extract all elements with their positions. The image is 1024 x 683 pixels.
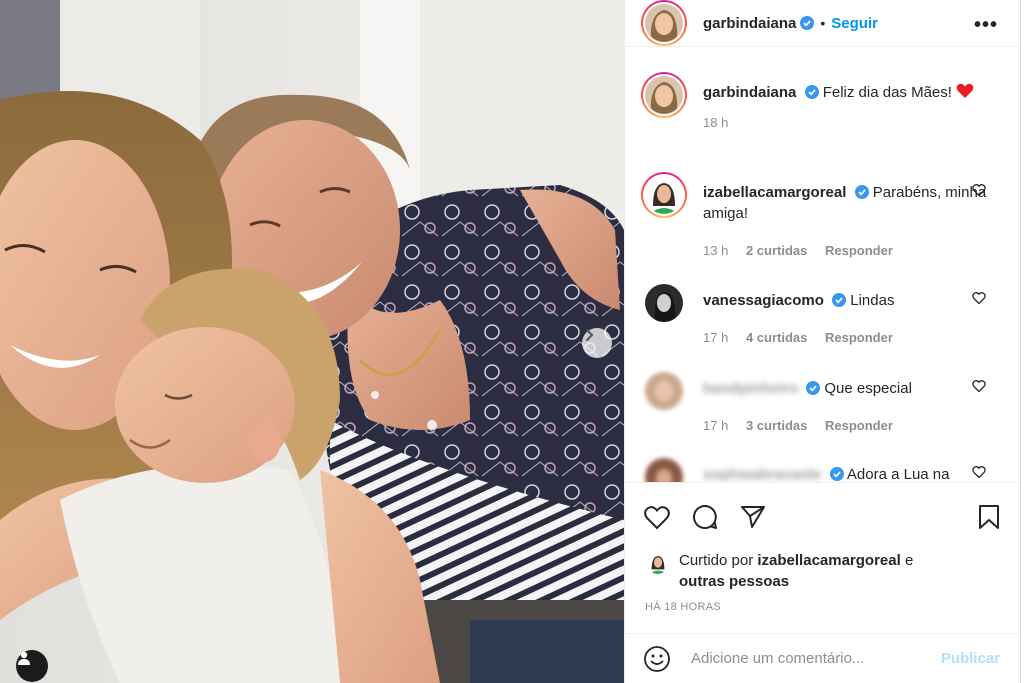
user-tag-button[interactable] — [16, 650, 48, 682]
caption-avatar[interactable] — [641, 72, 687, 118]
comments-list[interactable]: garbindaiana Feliz dia das Mães! 18 h iz… — [625, 72, 1020, 482]
comment-item: izabellacamargoreal Parabéns, minha amig… — [641, 172, 1004, 280]
avatar-image — [645, 284, 683, 322]
comment-item: bandpinheiro Que especial 17 h 3 curtida… — [641, 368, 1004, 454]
comment-text: Que especial — [824, 380, 912, 397]
post-side-panel: garbindaiana • Seguir ••• garbindaiana F… — [624, 0, 1020, 683]
like-comment-icon[interactable] — [972, 183, 986, 197]
comment-avatar[interactable] — [641, 172, 687, 218]
verified-badge-icon — [854, 185, 869, 199]
comment-username[interactable]: bandpinheiro — [703, 380, 798, 397]
like-comment-icon[interactable] — [972, 291, 986, 305]
verified-badge-icon — [829, 467, 844, 481]
comment-item: vanessagiacomo Lindas 17 h 4 curtidas Re… — [641, 280, 1004, 368]
separator-dot: • — [820, 15, 826, 31]
carousel-next-button[interactable] — [582, 328, 612, 358]
comment-avatar[interactable] — [641, 280, 687, 326]
caption-text: Feliz dia das Mães! — [822, 84, 952, 101]
post-photo[interactable] — [0, 0, 624, 683]
comment-likes[interactable]: 3 curtidas — [746, 418, 807, 433]
likes-conj: e — [904, 552, 914, 569]
comment-item: sophiaabravanle Adora a Lua na — [641, 454, 1004, 482]
chevron-right-icon — [586, 329, 594, 341]
comment-likes[interactable]: 4 curtidas — [746, 330, 807, 345]
caption: garbindaiana Feliz dia das Mães! 18 h — [641, 72, 1004, 172]
comment-time[interactable]: 13 h — [703, 243, 728, 258]
other-likers-link[interactable]: outras pessoas — [679, 573, 789, 590]
reply-button[interactable]: Responder — [825, 418, 893, 433]
heart-icon[interactable] — [643, 503, 671, 531]
avatar-image — [647, 552, 669, 574]
add-comment-bar: Publicar — [625, 633, 1020, 683]
reply-button[interactable]: Responder — [825, 243, 893, 258]
window-edge — [1020, 0, 1024, 683]
avatar-image — [645, 458, 683, 482]
more-options-icon[interactable]: ••• — [974, 14, 998, 37]
comment-username[interactable]: izabellacamargoreal — [703, 184, 846, 201]
caption-username[interactable]: garbindaiana — [703, 84, 796, 101]
comment-bubble-icon[interactable] — [691, 503, 719, 531]
smiley-icon[interactable] — [643, 645, 671, 673]
likes-prefix: Curtido por — [679, 552, 754, 569]
comment-input[interactable] — [691, 650, 911, 667]
avatar-image — [645, 76, 683, 114]
comment-time[interactable]: 17 h — [703, 330, 728, 345]
verified-badge-icon — [806, 381, 821, 395]
comment-username[interactable]: sophiaabravanle — [703, 466, 821, 482]
verified-badge-icon — [800, 16, 815, 30]
likes-summary: Curtido por izabellacamargoreal e outras… — [647, 550, 1004, 592]
reply-button[interactable]: Responder — [825, 330, 893, 345]
liker-username[interactable]: izabellacamargoreal — [757, 552, 900, 569]
comment-time[interactable]: 17 h — [703, 418, 728, 433]
avatar-image — [645, 176, 683, 214]
post-timestamp[interactable]: HÁ 18 HORAS — [645, 601, 721, 613]
bookmark-icon[interactable] — [975, 503, 1003, 531]
like-comment-icon[interactable] — [972, 465, 986, 479]
heart-emoji — [956, 83, 974, 101]
avatar-image — [645, 4, 683, 42]
like-comment-icon[interactable] — [972, 379, 986, 393]
comment-text: Lindas — [850, 292, 895, 309]
follow-button[interactable]: Seguir — [831, 15, 878, 32]
author-avatar[interactable] — [641, 0, 687, 46]
comment-avatar[interactable] — [641, 454, 687, 482]
comment-text: Adora a Lua na — [846, 466, 950, 482]
publish-button[interactable]: Publicar — [941, 650, 1000, 667]
action-bar — [625, 482, 1020, 548]
red-heart-icon — [956, 83, 974, 98]
author-username[interactable]: garbindaiana — [703, 15, 796, 32]
comment-username[interactable]: vanessagiacomo — [703, 292, 824, 309]
avatar-image — [645, 372, 683, 410]
comment-likes[interactable]: 2 curtidas — [746, 243, 807, 258]
paper-plane-icon[interactable] — [739, 503, 767, 531]
photo-illustration — [0, 0, 624, 683]
comment-avatar[interactable] — [641, 368, 687, 414]
verified-badge-icon — [832, 293, 847, 307]
liker-avatar[interactable] — [647, 552, 669, 574]
post-header: garbindaiana • Seguir ••• — [625, 0, 1020, 47]
user-tag-icon — [18, 651, 30, 665]
verified-badge-icon — [804, 85, 819, 99]
caption-time[interactable]: 18 h — [703, 115, 728, 130]
